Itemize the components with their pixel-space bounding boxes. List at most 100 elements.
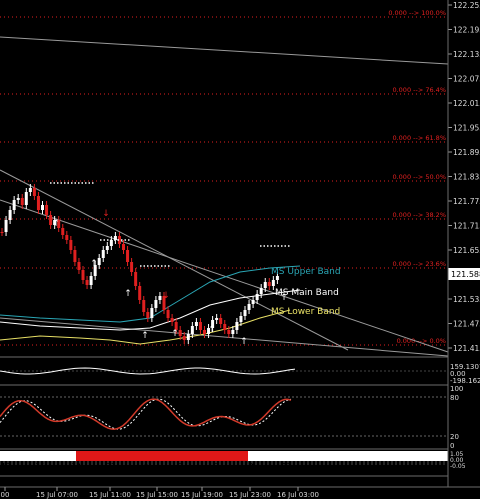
hour-label: 15 [35, 462, 45, 471]
stoch-tick-0: 0 [450, 442, 454, 450]
ms-upper-band-label: MS Upper Band [271, 267, 341, 277]
candle-body [101, 250, 105, 258]
candle-body [45, 205, 49, 215]
hour-label: 0 [144, 462, 149, 471]
time-axis-label: 15 Jul 23:00 [229, 491, 271, 499]
candle-body [267, 282, 271, 286]
buy-arrow-icon: ↑ [124, 289, 132, 299]
candle-body [186, 334, 190, 340]
candle-body [259, 288, 263, 294]
trading-chart[interactable]: 0.000 --> 100.0% 0.000 --> 76.4% 0.000 -->… [0, 0, 480, 499]
price-tick-label: 121.535 [453, 295, 480, 304]
candle-body [36, 196, 40, 210]
candle-body [182, 336, 186, 340]
ind3-tick-3: -0.05 [450, 463, 466, 470]
time-axis-label: 15 Jul 15:00 [136, 491, 178, 499]
candle-body [85, 280, 89, 285]
hour-label: 12 [282, 462, 292, 471]
candle-body [215, 318, 219, 320]
candle-body [231, 330, 235, 334]
time-axis-label: 15 Jul 19:00 [181, 491, 223, 499]
fib-level-label: 0.000 --> 76.4% [392, 86, 446, 94]
buy-arrow-icon: ↑ [141, 331, 149, 341]
fib-level-label: 0.000 --> 61.8% [392, 134, 446, 142]
session-bar-left [0, 451, 76, 461]
candle-body [41, 205, 44, 210]
candle-body [28, 188, 32, 192]
price-tick-label: 121.775 [453, 197, 480, 206]
fib-level-label: 0.000 --> 100.0% [388, 9, 446, 17]
hour-label: 9 [249, 462, 254, 471]
price-tick-label: 122.015 [453, 99, 480, 108]
candle-body [89, 276, 93, 285]
candle-body [255, 294, 259, 300]
hour-label: 12 [1, 462, 11, 471]
price-tick-label: 122.075 [453, 75, 480, 84]
candle-body [126, 250, 130, 262]
hour-label: 6 [214, 462, 219, 471]
candle-body [32, 188, 36, 196]
candle-body [65, 235, 69, 240]
indicator1-min-label: -198.1626 [450, 377, 480, 385]
buy-arrow-icon: ↑ [52, 219, 60, 229]
candle-body [97, 258, 101, 265]
candle-body [251, 300, 255, 304]
candle-body [166, 310, 170, 318]
buy-arrow-icon: ↑ [208, 325, 216, 335]
candle-body [178, 330, 182, 336]
price-tick-label: 121.415 [453, 344, 480, 353]
hour-label: 18 [71, 462, 81, 471]
candle-body [190, 326, 194, 334]
time-axis-label: 15 Jul 11:00 [89, 491, 131, 499]
current-price-label: 121.588 [451, 270, 480, 279]
candle-body [263, 282, 267, 288]
time-axis-label: 00 [1, 491, 10, 499]
candle-body [4, 220, 8, 232]
candle-body [235, 322, 239, 330]
price-tick-label: 121.655 [453, 246, 480, 255]
session-bar-active [76, 451, 248, 461]
time-axis-label: 16 Jul 03:00 [277, 491, 319, 499]
candle-body [109, 240, 113, 246]
candle-body [61, 228, 65, 235]
candle-body [170, 318, 174, 322]
candle-body [154, 300, 158, 308]
stoch-tick-20: 20 [450, 433, 459, 441]
fib-level-label: 0.000 --> 23.6% [392, 260, 446, 268]
candle-body [239, 316, 243, 322]
candle-body [203, 330, 206, 334]
ms-lower-band-label: MS Lower Band [271, 307, 340, 317]
hour-label: 3 [179, 462, 184, 471]
price-tick-label: 121.715 [453, 222, 480, 231]
buy-arrow-icon: ↑ [90, 259, 98, 269]
price-tick-label: 121.835 [453, 173, 480, 182]
candle-body [227, 330, 231, 334]
price-tick-label: 121.895 [453, 148, 480, 157]
candle-body [105, 246, 109, 250]
candle-body [150, 308, 154, 318]
price-tick-label: 121.475 [453, 320, 480, 329]
candle-body [243, 310, 247, 316]
fib-level-label: 0.000 --> 0.0% [397, 337, 446, 345]
fib-level-label: 0.000 --> 50.0% [392, 173, 446, 181]
candle-body [146, 312, 150, 318]
candle-body [24, 192, 28, 205]
buy-arrow-icon: ↑ [171, 329, 179, 339]
fib-level-label: 0.000 --> 38.2% [392, 211, 446, 219]
candle-body [130, 262, 134, 272]
hour-label: 21 [106, 462, 116, 471]
candle-body [73, 250, 77, 262]
candle-body [12, 200, 16, 210]
candle-body [134, 272, 138, 286]
candle-body [138, 286, 142, 300]
session-bar-right [248, 451, 448, 461]
time-axis-label: 15 Jul 07:00 [36, 491, 78, 499]
candle-body [20, 198, 24, 205]
price-tick-label: 122.195 [453, 26, 480, 35]
candle-body [142, 300, 146, 312]
candle-body [194, 322, 198, 326]
ms-main-band-label: MS Main Band [275, 288, 339, 298]
candle-body [0, 232, 4, 233]
candle-body [69, 240, 73, 250]
price-tick-label: 122.135 [453, 50, 480, 59]
